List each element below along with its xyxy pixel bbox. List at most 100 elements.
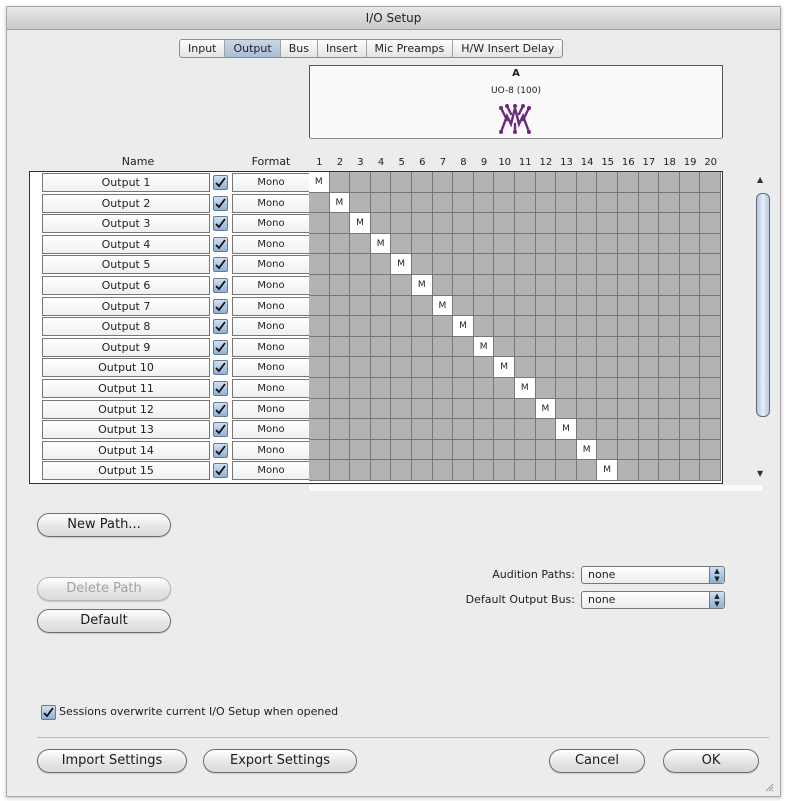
path-name-field[interactable]: Output 5 — [42, 255, 210, 275]
channel-assignment-cell[interactable] — [515, 419, 536, 440]
path-format-selector[interactable]: Mono — [232, 317, 310, 337]
channel-assignment-cell[interactable] — [535, 192, 557, 214]
channel-assignment-cell[interactable] — [679, 336, 701, 358]
channel-assignment-cell[interactable] — [618, 378, 639, 399]
channel-assignment-cell-assigned[interactable]: M — [576, 439, 598, 461]
path-format-selector[interactable]: Mono — [232, 337, 310, 357]
channel-assignment-cell[interactable] — [473, 233, 495, 255]
channel-assignment-cell[interactable] — [391, 172, 412, 193]
channel-assignment-cell[interactable] — [556, 439, 577, 461]
channel-assignment-cell[interactable] — [576, 357, 598, 378]
path-format-selector[interactable]: Mono — [232, 379, 310, 398]
channel-assignment-cell[interactable] — [515, 357, 536, 378]
channel-assignment-cell[interactable] — [515, 192, 536, 214]
channel-assignment-cell[interactable] — [535, 378, 557, 399]
channel-assignment-cell[interactable] — [576, 213, 598, 234]
channel-assignment-cell[interactable] — [432, 275, 454, 296]
channel-assignment-cell[interactable] — [453, 254, 474, 275]
channel-assignment-cell[interactable] — [659, 172, 680, 193]
path-format-selector[interactable]: Mono — [232, 296, 310, 316]
channel-assignment-cell[interactable] — [576, 233, 598, 255]
channel-assignment-cell[interactable] — [700, 439, 721, 461]
channel-assignment-cell[interactable] — [432, 254, 454, 275]
default-button[interactable]: Default — [37, 609, 171, 633]
export-settings-button[interactable]: Export Settings — [203, 749, 357, 773]
channel-assignment-cell[interactable] — [350, 316, 371, 337]
channel-assignment-cell[interactable] — [700, 172, 721, 193]
channel-assignment-cell[interactable] — [473, 419, 495, 440]
channel-assignment-cell[interactable] — [412, 254, 433, 275]
channel-assignment-cell[interactable] — [679, 398, 701, 420]
channel-assignment-cell[interactable] — [659, 316, 680, 337]
path-name-field[interactable]: Output 14 — [42, 440, 210, 460]
channel-assignment-cell[interactable] — [638, 316, 660, 337]
channel-assignment-cell[interactable] — [432, 439, 454, 461]
new-path-button[interactable]: New Path... — [37, 513, 171, 537]
channel-assignment-cell[interactable] — [453, 275, 474, 296]
channel-assignment-cell[interactable] — [659, 398, 680, 420]
channel-assignment-cell[interactable] — [597, 357, 618, 378]
channel-assignment-cell[interactable] — [556, 295, 577, 317]
channel-assignment-cell[interactable] — [494, 213, 515, 234]
path-active-checkbox[interactable] — [213, 422, 228, 438]
channel-assignment-cell[interactable] — [329, 295, 351, 317]
channel-assignment-cell[interactable] — [700, 192, 721, 214]
channel-assignment-cell[interactable] — [638, 213, 660, 234]
channel-assignment-cell[interactable] — [453, 336, 474, 358]
channel-assignment-cell[interactable] — [597, 439, 618, 461]
table-scrollbar[interactable]: ▲ ▼ — [755, 171, 770, 482]
path-active-checkbox[interactable] — [213, 381, 228, 396]
channel-assignment-cell[interactable] — [350, 336, 371, 358]
path-active-checkbox[interactable] — [213, 257, 228, 273]
path-active-checkbox[interactable] — [213, 442, 228, 458]
channel-assignment-cell[interactable] — [350, 378, 371, 399]
channel-assignment-cell[interactable] — [370, 213, 392, 234]
channel-assignment-cell[interactable] — [556, 357, 577, 378]
channel-assignment-cell[interactable] — [473, 172, 495, 193]
sessions-overwrite-checkbox[interactable] — [41, 705, 56, 720]
default-output-bus-select[interactable]: none ▲ ▼ — [581, 591, 725, 609]
path-format-selector[interactable]: Mono — [232, 440, 310, 460]
channel-assignment-cell[interactable] — [535, 275, 557, 296]
tab-insert[interactable]: Insert — [318, 40, 367, 57]
channel-assignment-cell-assigned[interactable]: M — [515, 378, 536, 399]
channel-assignment-cell-assigned[interactable]: M — [556, 419, 577, 440]
path-active-checkbox[interactable] — [213, 319, 228, 335]
channel-assignment-cell[interactable] — [453, 419, 474, 440]
channel-assignment-cell[interactable] — [370, 398, 392, 420]
channel-assignment-cell[interactable] — [556, 460, 577, 481]
channel-assignment-cell[interactable] — [576, 172, 598, 193]
channel-assignment-cell[interactable] — [700, 316, 721, 337]
channel-assignment-cell[interactable] — [659, 233, 680, 255]
channel-assignment-cell[interactable] — [473, 295, 495, 317]
channel-assignment-cell[interactable] — [597, 316, 618, 337]
channel-assignment-cell[interactable] — [535, 439, 557, 461]
channel-assignment-cell[interactable] — [453, 192, 474, 214]
channel-assignment-cell[interactable] — [659, 192, 680, 214]
channel-assignment-cell[interactable] — [309, 398, 330, 420]
channel-assignment-cell[interactable] — [494, 275, 515, 296]
channel-assignment-cell[interactable] — [453, 460, 474, 481]
channel-assignment-cell[interactable] — [535, 419, 557, 440]
channel-assignment-cell[interactable] — [412, 192, 433, 214]
channel-assignment-cell[interactable] — [638, 254, 660, 275]
path-name-field[interactable]: Output 2 — [42, 193, 210, 213]
path-name-field[interactable]: Output 9 — [42, 337, 210, 357]
channel-assignment-cell[interactable] — [309, 336, 330, 358]
channel-assignment-cell[interactable] — [473, 398, 495, 420]
channel-assignment-cell[interactable] — [494, 378, 515, 399]
channel-assignment-cell[interactable] — [638, 192, 660, 214]
channel-assignment-cell[interactable] — [515, 398, 536, 420]
channel-assignment-cell[interactable] — [453, 233, 474, 255]
tab-h-w-insert-delay[interactable]: H/W Insert Delay — [453, 40, 562, 57]
delete-path-button[interactable]: Delete Path — [37, 577, 171, 601]
channel-assignment-cell[interactable] — [679, 295, 701, 317]
channel-assignment-cell[interactable] — [473, 275, 495, 296]
channel-assignment-cell[interactable] — [350, 419, 371, 440]
path-name-field[interactable]: Output 7 — [42, 296, 210, 316]
channel-assignment-cell[interactable] — [535, 213, 557, 234]
tab-input[interactable]: Input — [180, 40, 226, 57]
channel-assignment-cell[interactable] — [535, 460, 557, 481]
channel-assignment-cell[interactable] — [350, 254, 371, 275]
channel-assignment-cell[interactable] — [350, 439, 371, 461]
